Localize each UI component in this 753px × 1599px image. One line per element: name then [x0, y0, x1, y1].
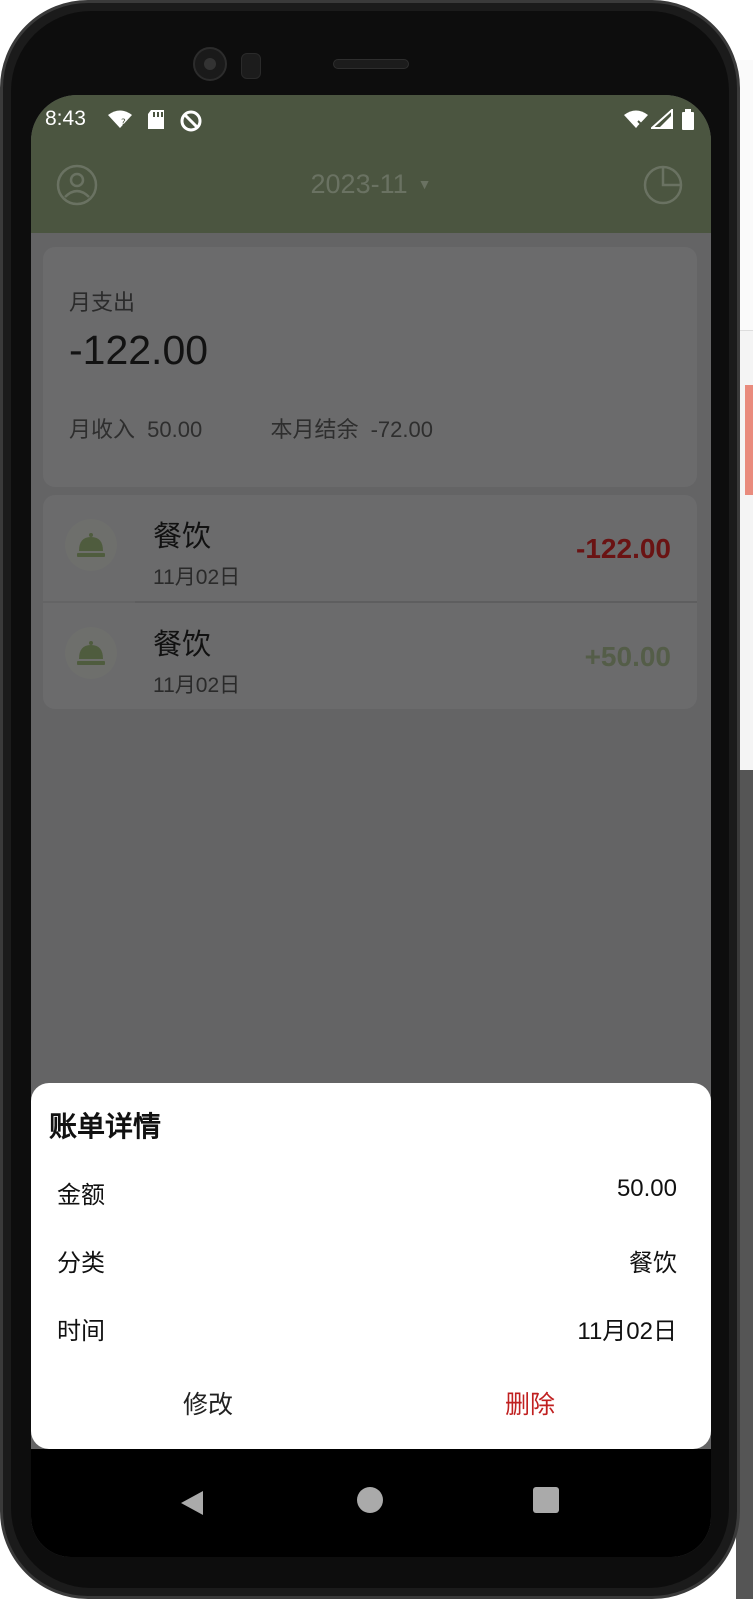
cell-signal-icon: [651, 109, 673, 129]
bill-category: 餐饮: [153, 519, 212, 553]
bill-category: 餐饮: [153, 627, 212, 661]
detail-key: 时间: [57, 1317, 105, 1345]
background-window-accent: [745, 385, 753, 495]
bill-amount: -122.00: [576, 533, 671, 564]
status-bar: 8:43 ?: [31, 95, 711, 143]
detail-row-time: 时间 11月02日: [57, 1311, 677, 1351]
bill-date: 11月02日: [153, 674, 241, 697]
monthly-summary-card: 月支出 -122.00 月收入 50.00 本月结余 -72.00: [43, 247, 697, 487]
sheet-title: 账单详情: [49, 1110, 162, 1143]
system-nav-bar: [31, 1449, 711, 1557]
expense-label: 月支出: [69, 291, 136, 316]
month-selector[interactable]: 2023-11 ▼: [31, 169, 711, 200]
recent-apps-icon[interactable]: [533, 1487, 559, 1513]
wifi-off-icon: [624, 110, 648, 128]
detail-value: 11月02日: [577, 1318, 677, 1345]
detail-key: 分类: [57, 1249, 105, 1277]
edit-button[interactable]: 修改: [183, 1385, 233, 1421]
detail-value: 餐饮: [629, 1250, 677, 1277]
app-screen: 8:43 ? 2023-11 ▼ 月支出 -122.00 月收入 50.00 本…: [31, 95, 711, 1557]
app-header: 2023-11 ▼: [31, 143, 711, 233]
summary-footer: 月收入 50.00 本月结余 -72.00: [69, 412, 439, 444]
bill-list-item[interactable]: 餐饮 11月02日 -122.00: [43, 495, 697, 601]
earpiece-speaker: [333, 59, 409, 69]
proximity-sensor: [241, 53, 261, 79]
bill-date: 11月02日: [153, 566, 241, 589]
delete-button[interactable]: 删除: [505, 1385, 555, 1421]
wifi-unknown-icon: ?: [108, 110, 132, 128]
expense-amount: -122.00: [69, 327, 209, 373]
income-amount: 50.00: [147, 417, 203, 442]
svg-text:?: ?: [121, 118, 126, 128]
pie-chart-icon[interactable]: [641, 163, 685, 207]
balance-amount: -72.00: [370, 417, 433, 442]
data-saver-icon: [180, 110, 202, 132]
income-label: 月收入: [69, 417, 136, 442]
detail-row-category: 分类 餐饮: [57, 1243, 677, 1283]
battery-icon: [682, 109, 694, 130]
food-cloche-icon: [65, 627, 117, 679]
home-icon[interactable]: [357, 1487, 383, 1513]
front-camera: [193, 47, 227, 81]
detail-value: 50.00: [616, 1175, 677, 1202]
bill-detail-sheet: 账单详情 金额 50.00 分类 餐饮 时间 11月02日 修改 删除: [31, 1083, 711, 1449]
back-icon[interactable]: [179, 1489, 205, 1517]
sd-card-icon: [148, 110, 164, 129]
phone-frame: 8:43 ? 2023-11 ▼ 月支出 -122.00 月收入 50.00 本…: [0, 0, 740, 1599]
bill-amount: +50.00: [584, 641, 671, 672]
status-time: 8:43: [45, 107, 86, 130]
month-label: 2023-11: [310, 169, 408, 199]
balance-label: 本月结余: [270, 417, 359, 442]
detail-row-amount: 金额 50.00: [57, 1175, 677, 1215]
bill-list-item[interactable]: 餐饮 11月02日 +50.00: [43, 603, 697, 709]
dropdown-caret-icon: ▼: [417, 176, 432, 192]
food-cloche-icon: [65, 519, 117, 571]
detail-key: 金额: [57, 1181, 105, 1209]
